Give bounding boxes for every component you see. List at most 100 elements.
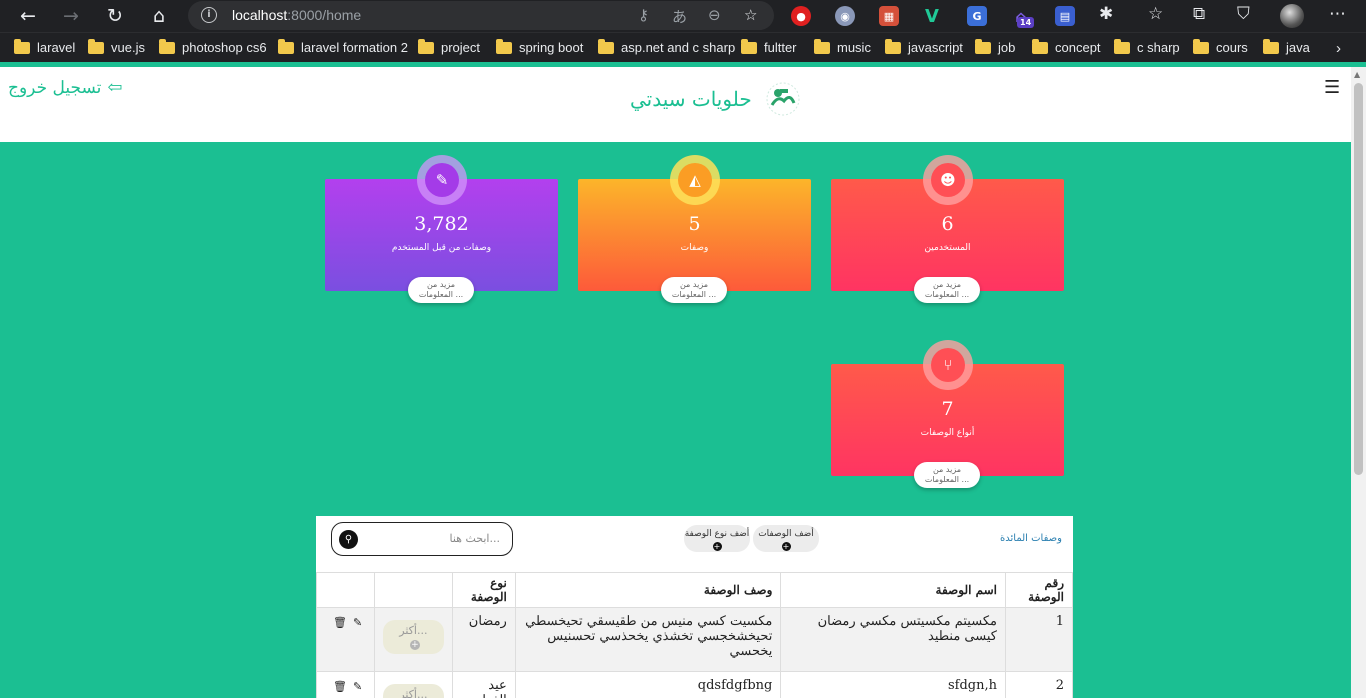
extension-grid-icon[interactable]: ▦ <box>879 6 899 26</box>
more-button[interactable]: أكثر...+ <box>382 684 444 698</box>
bookmarks-overflow-chevron-icon[interactable]: › <box>1336 40 1341 57</box>
row-description: qdsfdgfbng <box>514 671 782 698</box>
more-info-button[interactable]: مزيد من المعلومات ... <box>914 277 980 303</box>
card-value: 7 <box>941 398 954 420</box>
page-scrollbar[interactable]: ▲ <box>1351 67 1366 698</box>
delete-icon[interactable]: 🗑 <box>333 680 347 693</box>
sign-out-icon: ⇦ <box>107 77 123 98</box>
zoom-icon[interactable]: ⊖ <box>708 6 721 24</box>
more-menu-icon[interactable]: ⋯ <box>1329 4 1346 24</box>
row-more: أكثر...+ <box>373 671 453 698</box>
recipes-table: نوع الوصفة وصف الوصفة اسم الوصفة رقم الو… <box>316 572 1074 698</box>
edit-icon[interactable]: ✎ <box>353 616 362 629</box>
bookmark-folder[interactable]: c sharp <box>1114 38 1180 55</box>
row-name: sfdgn,h <box>780 671 1006 698</box>
address-bar[interactable]: i localhost:8000/home ⚷ あ ⊖ ☆ <box>188 1 774 30</box>
more-label: أكثر... <box>399 624 428 637</box>
bookmark-folder[interactable]: javascript <box>885 38 963 55</box>
brand[interactable]: حلويات سيدتي <box>630 81 804 117</box>
carrot-icon: ✎ <box>425 163 459 197</box>
bookmark-folder[interactable]: asp.net and c sharp <box>598 38 735 55</box>
bookmark-folder[interactable]: music <box>814 38 871 55</box>
search-box[interactable]: ⚲ ابحث هنا... <box>331 522 513 556</box>
extension-blue-icon[interactable]: ▤ <box>1055 6 1075 26</box>
forward-arrow-icon[interactable]: → <box>58 3 84 29</box>
scroll-thumb[interactable] <box>1354 83 1363 475</box>
favorites-icon[interactable]: ☆ <box>1148 4 1163 24</box>
folder-icon <box>496 38 512 54</box>
panel-title[interactable]: وصفات المائدة <box>1000 533 1062 544</box>
translate-icon[interactable]: あ <box>672 6 687 27</box>
reload-icon[interactable]: ↻ <box>102 3 128 29</box>
edit-icon[interactable]: ✎ <box>353 680 362 693</box>
browser-essentials-icon[interactable]: ⛉ <box>1237 4 1250 24</box>
id-header: رقم الوصفة <box>1004 572 1074 608</box>
card-label: المستخدمين <box>924 243 971 253</box>
extensions-puzzle-icon[interactable]: ✱ <box>1099 4 1113 24</box>
card-label: وصفات من قبل المستخدم <box>391 243 492 253</box>
bookmarks-bar: laravel vue.js photoshop cs6 laravel for… <box>0 32 1366 62</box>
key-icon[interactable]: ⚷ <box>638 6 649 24</box>
extension-v-icon[interactable]: V <box>922 6 942 27</box>
search-input[interactable]: ابحث هنا... <box>450 532 501 545</box>
browser-toolbar: ← → ↻ ⌂ i localhost:8000/home ⚷ あ ⊖ ☆ ● … <box>0 0 1366 32</box>
search-icon[interactable]: ⚲ <box>339 530 358 549</box>
stat-card-user-recipes: ✎ 3,782 وصفات من قبل المستخدم مزيد من ال… <box>325 155 558 303</box>
folder-icon <box>885 38 901 54</box>
back-arrow-icon[interactable]: ← <box>15 3 41 29</box>
scroll-up-arrow-icon[interactable]: ▲ <box>1354 70 1360 79</box>
extension-disc-icon[interactable]: ◉ <box>835 6 855 26</box>
recipes-table-panel: ⚲ ابحث هنا... أضف نوع الوصفة + أضف الوصف… <box>316 516 1074 698</box>
card-value: 3,782 <box>414 213 469 235</box>
page-content: تسجيل خروج ⇦ حلويات سيدتي ☰ ✎ 3,782 وصفا… <box>0 67 1351 698</box>
bookmark-folder[interactable]: photoshop cs6 <box>159 38 267 55</box>
add-recipe-label: أضف الوصفات <box>758 529 814 539</box>
bookmark-folder[interactable]: java <box>1263 38 1310 55</box>
bookmark-folder[interactable]: laravel <box>14 38 75 55</box>
more-button[interactable]: أكثر...+ <box>382 620 444 654</box>
folder-icon <box>278 38 294 54</box>
row-type: رمضان <box>451 607 516 672</box>
folder-icon <box>598 38 614 54</box>
delete-icon[interactable]: 🗑 <box>333 616 347 629</box>
card-label: أنواع الوصفات <box>920 428 975 438</box>
collections-icon[interactable]: ⧉ <box>1193 4 1205 24</box>
card-icon-ring: ✎ <box>417 155 467 205</box>
bookmark-folder[interactable]: spring boot <box>496 38 583 55</box>
bookmark-folder[interactable]: job <box>975 38 1015 55</box>
card-icon-ring: ☻ <box>923 155 973 205</box>
folder-icon <box>975 38 991 54</box>
bookmark-folder[interactable]: fultter <box>741 38 797 55</box>
url-text[interactable]: localhost:8000/home <box>232 7 361 23</box>
bookmark-folder[interactable]: concept <box>1032 38 1101 55</box>
stat-card-users: ☻ 6 المستخدمين مزيد من المعلومات ... <box>831 155 1064 303</box>
plus-icon: + <box>712 542 722 551</box>
site-info-icon[interactable]: i <box>201 7 217 23</box>
bookmark-folder[interactable]: vue.js <box>88 38 145 55</box>
home-icon[interactable]: ⌂ <box>146 3 172 29</box>
bookmark-folder[interactable]: laravel formation 2 <box>278 38 408 55</box>
bookmark-folder[interactable]: project <box>418 38 480 55</box>
more-info-button[interactable]: مزيد من المعلومات ... <box>914 462 980 488</box>
card-value: 5 <box>688 213 701 235</box>
folder-icon <box>14 38 30 54</box>
more-info-button[interactable]: مزيد من المعلومات ... <box>408 277 474 303</box>
folder-icon <box>418 38 434 54</box>
menu-toggle-icon[interactable]: ☰ <box>1324 77 1340 98</box>
add-recipe-button[interactable]: أضف الوصفات + <box>753 525 819 552</box>
stat-card-recipe-types: ⑂ 7 أنواع الوصفات مزيد من المعلومات ... <box>831 340 1064 488</box>
add-favorite-icon[interactable]: ☆ <box>744 6 757 24</box>
extension-translate-icon[interactable]: G <box>967 6 987 26</box>
stat-card-recipes: ◭ 5 وصفات مزيد من المعلومات ... <box>578 155 811 303</box>
profile-avatar[interactable] <box>1280 4 1304 28</box>
utensils-icon: ⑂ <box>931 348 965 382</box>
table-row: 🗑 ✎ أكثر... + رمضان مكسيت كسي منيس من طقي… <box>316 607 1074 672</box>
extension-red-icon[interactable]: ● <box>791 6 811 26</box>
folder-icon <box>1193 38 1209 54</box>
more-info-button[interactable]: مزيد من المعلومات ... <box>661 277 727 303</box>
folder-icon <box>88 38 104 54</box>
bookmark-folder[interactable]: cours <box>1193 38 1248 55</box>
logout-link[interactable]: تسجيل خروج ⇦ <box>8 77 122 98</box>
add-recipe-type-button[interactable]: أضف نوع الوصفة + <box>684 525 750 552</box>
row-actions: 🗑 ✎ <box>316 671 375 698</box>
